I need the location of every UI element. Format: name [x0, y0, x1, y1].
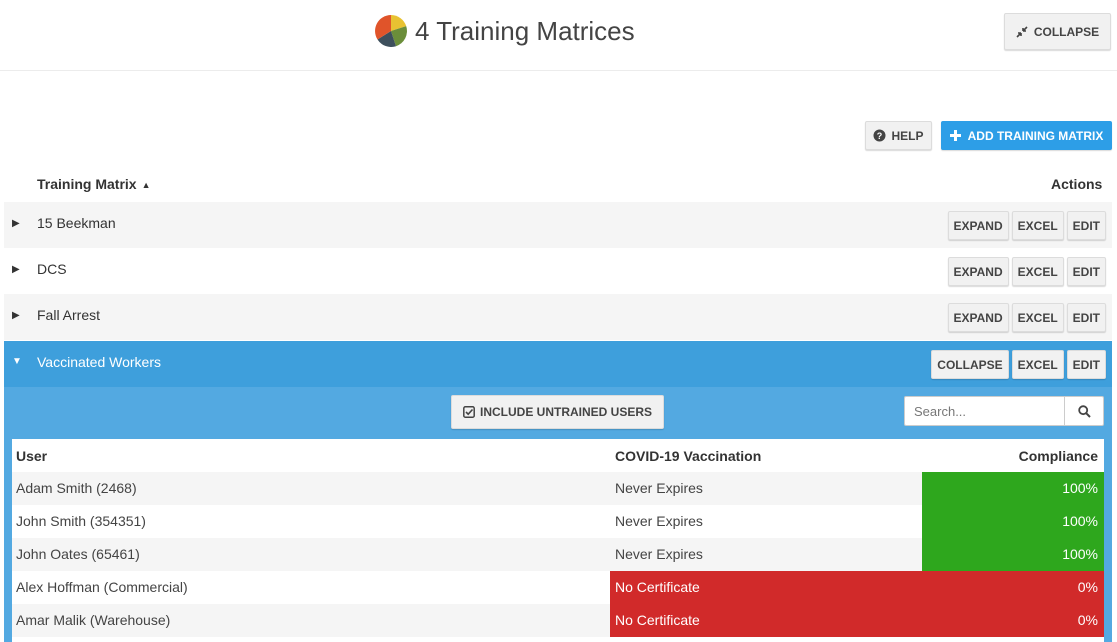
matrix-row-active[interactable]: ▼ Vaccinated Workers COLLAPSE EXCEL EDIT — [4, 341, 1112, 387]
matrix-name[interactable]: 15 Beekman — [37, 215, 116, 231]
edit-button[interactable]: EDIT — [1066, 257, 1106, 286]
table-row[interactable]: Alex Hoffman (Commercial) No Certificate… — [12, 571, 1104, 604]
collapse-button[interactable]: COLLAPSE — [931, 350, 1009, 379]
row-actions: COLLAPSE EXCEL EDIT — [931, 350, 1106, 379]
vaccination-cell: Never Expires — [615, 513, 703, 529]
row-actions: EXPAND EXCEL EDIT — [947, 257, 1106, 286]
edit-button[interactable]: EDIT — [1066, 303, 1106, 332]
expand-button[interactable]: EXPAND — [947, 303, 1009, 332]
matrix-name[interactable]: DCS — [37, 261, 67, 277]
caret-right-icon[interactable]: ▶ — [12, 264, 20, 275]
row-actions: EXPAND EXCEL EDIT — [947, 303, 1106, 332]
help-label: HELP — [891, 128, 924, 143]
excel-button[interactable]: EXCEL — [1011, 350, 1064, 379]
table-row[interactable]: John Oates (65461) Never Expires 100% — [12, 538, 1104, 571]
matrix-detail-panel: INCLUDE UNTRAINED USERS User COVID-19 Va… — [4, 387, 1112, 642]
plus-icon — [949, 130, 961, 141]
check-square-icon — [463, 406, 475, 418]
excel-button[interactable]: EXCEL — [1011, 211, 1064, 240]
column-header-user[interactable]: User — [16, 448, 47, 464]
search-box — [904, 396, 1104, 426]
help-button[interactable]: ? HELP — [865, 121, 932, 150]
search-icon — [1077, 404, 1091, 418]
compliance-cell: 0% — [922, 604, 1104, 637]
table-row[interactable]: Amar Malik (Warehouse) No Certificate 0% — [12, 604, 1104, 637]
expand-button[interactable]: EXPAND — [947, 257, 1009, 286]
compliance-cell: 100% — [922, 472, 1104, 505]
compliance-cell: 0% — [922, 571, 1104, 604]
add-training-matrix-label: ADD TRAINING MATRIX — [967, 128, 1104, 143]
table-row[interactable]: Adam Smith (2468) Never Expires 100% — [12, 472, 1104, 505]
matrix-row[interactable]: ▶ DCS EXPAND EXCEL EDIT — [4, 248, 1112, 294]
search-input[interactable] — [904, 396, 1064, 426]
edit-button[interactable]: EDIT — [1066, 350, 1106, 379]
edit-button[interactable]: EDIT — [1066, 211, 1106, 240]
matrix-row[interactable]: ▶ 15 Beekman EXPAND EXCEL EDIT — [4, 202, 1112, 248]
compliance-cell: 100% — [922, 538, 1104, 571]
vaccination-cell: No Certificate — [610, 571, 922, 604]
top-bar: 4 Training Matrices COLLAPSE — [0, 0, 1117, 71]
pie-chart-icon — [375, 15, 407, 47]
vaccination-cell: No Certificate — [610, 604, 922, 637]
column-header-training-matrix[interactable]: Training Matrix ▲ — [37, 176, 151, 192]
title-wrap: 4 Training Matrices — [375, 14, 635, 48]
column-header-compliance[interactable]: Compliance — [1019, 448, 1098, 464]
matrix-name[interactable]: Fall Arrest — [37, 307, 100, 323]
row-actions: EXPAND EXCEL EDIT — [947, 211, 1106, 240]
compress-icon — [1016, 25, 1028, 38]
excel-button[interactable]: EXCEL — [1011, 303, 1064, 332]
include-untrained-users-button[interactable]: INCLUDE UNTRAINED USERS — [451, 395, 664, 429]
svg-text:?: ? — [877, 131, 883, 141]
sort-asc-icon: ▲ — [141, 180, 151, 191]
expand-button[interactable]: EXPAND — [947, 211, 1009, 240]
vaccination-cell: Never Expires — [615, 480, 703, 496]
collapse-all-label: COLLAPSE — [1033, 24, 1100, 39]
user-cell: Adam Smith (2468) — [16, 480, 137, 496]
page-title: 4 Training Matrices — [415, 15, 635, 46]
excel-button[interactable]: EXCEL — [1011, 257, 1064, 286]
table-row[interactable]: John Smith (354351) Never Expires 100% — [12, 505, 1104, 538]
add-training-matrix-button[interactable]: ADD TRAINING MATRIX — [941, 121, 1112, 150]
caret-down-icon[interactable]: ▼ — [12, 356, 22, 367]
caret-right-icon[interactable]: ▶ — [12, 310, 20, 321]
matrix-row[interactable]: ▶ Fall Arrest EXPAND EXCEL EDIT — [4, 294, 1112, 340]
compliance-cell: 100% — [922, 505, 1104, 538]
column-header-training-matrix-label: Training Matrix — [37, 176, 137, 192]
user-cell: Amar Malik (Warehouse) — [16, 612, 171, 628]
user-cell: Alex Hoffman (Commercial) — [16, 579, 188, 595]
matrix-table-header: Training Matrix ▲ Actions — [0, 170, 1117, 200]
user-cell: John Smith (354351) — [16, 513, 146, 529]
include-untrained-users-label: INCLUDE UNTRAINED USERS — [479, 405, 652, 419]
column-header-actions: Actions — [1051, 176, 1103, 192]
matrix-name[interactable]: Vaccinated Workers — [37, 354, 161, 370]
column-header-covid-vaccination[interactable]: COVID-19 Vaccination — [615, 448, 761, 464]
question-circle-icon: ? — [873, 129, 886, 142]
users-table: User COVID-19 Vaccination Compliance Ada… — [12, 439, 1104, 642]
collapse-all-button[interactable]: COLLAPSE — [1004, 13, 1111, 50]
caret-right-icon[interactable]: ▶ — [12, 218, 20, 229]
vaccination-cell: Never Expires — [615, 546, 703, 562]
users-table-header: User COVID-19 Vaccination Compliance — [12, 439, 1104, 472]
user-cell: John Oates (65461) — [16, 546, 140, 562]
search-button[interactable] — [1064, 396, 1104, 426]
